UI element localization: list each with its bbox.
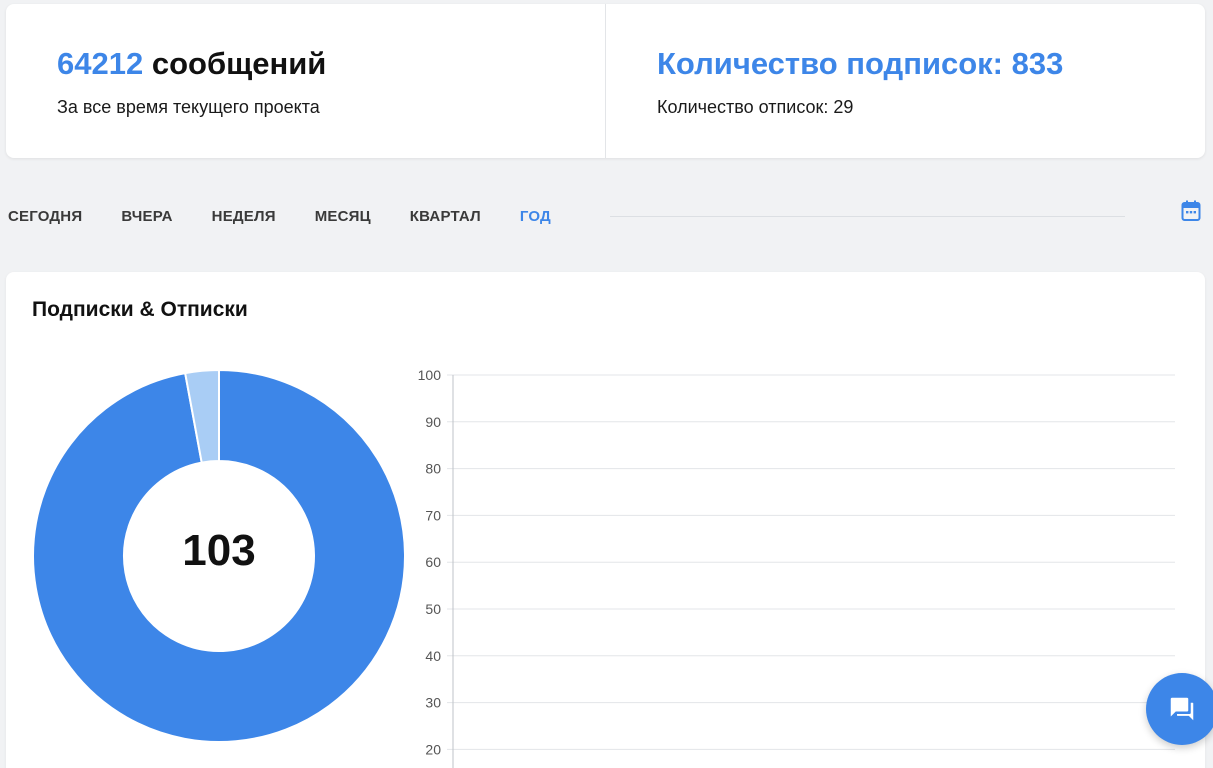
tab-quarter[interactable]: КВАРТАЛ: [410, 208, 481, 225]
subscriptions-stat: Количество подписок: 833 Количество отпи…: [605, 4, 1205, 158]
messages-label: сообщений: [143, 46, 327, 81]
messages-title: 64212 сообщений: [57, 46, 605, 82]
tabs-divider: [610, 216, 1125, 217]
chart-card: Подписки & Отписки 103 100 90 80 70 60 50 40 30…: [6, 272, 1205, 768]
y-tick-label: 70: [425, 507, 441, 523]
subscriptions-title: Количество подписок: 833: [657, 46, 1064, 81]
stats-card: 64212 сообщений За все время текущего пр…: [6, 4, 1205, 158]
tab-month[interactable]: МЕСЯЦ: [315, 208, 371, 225]
tab-today[interactable]: СЕГОДНЯ: [8, 208, 82, 225]
calendar-icon[interactable]: [1181, 200, 1201, 222]
y-tick-label: 30: [425, 695, 441, 711]
messages-subtitle: За все время текущего проекта: [57, 97, 320, 117]
unsubscriptions-subtitle: Количество отписок: 29: [657, 97, 854, 117]
messages-stat: 64212 сообщений За все время текущего пр…: [6, 4, 605, 158]
y-tick-label: 90: [425, 414, 441, 430]
chat-icon: [1170, 697, 1194, 721]
messages-count: 64212: [57, 46, 144, 81]
line-chart: 100 90 80 70 60 50 40 30 20: [418, 367, 1175, 768]
y-tick-label: 40: [425, 648, 441, 664]
chat-button[interactable]: [1146, 673, 1213, 745]
y-tick-label: 100: [418, 367, 442, 383]
y-tick-label: 50: [425, 601, 441, 617]
y-tick-label: 60: [425, 554, 441, 570]
tab-week[interactable]: НЕДЕЛЯ: [212, 208, 276, 225]
period-tabs: СЕГОДНЯ ВЧЕРА НЕДЕЛЯ МЕСЯЦ КВАРТАЛ ГОД: [8, 200, 590, 232]
tab-yesterday[interactable]: ВЧЕРА: [121, 208, 172, 225]
y-tick-label: 20: [425, 741, 441, 757]
y-tick-label: 80: [425, 461, 441, 477]
tab-year[interactable]: ГОД: [520, 208, 551, 225]
